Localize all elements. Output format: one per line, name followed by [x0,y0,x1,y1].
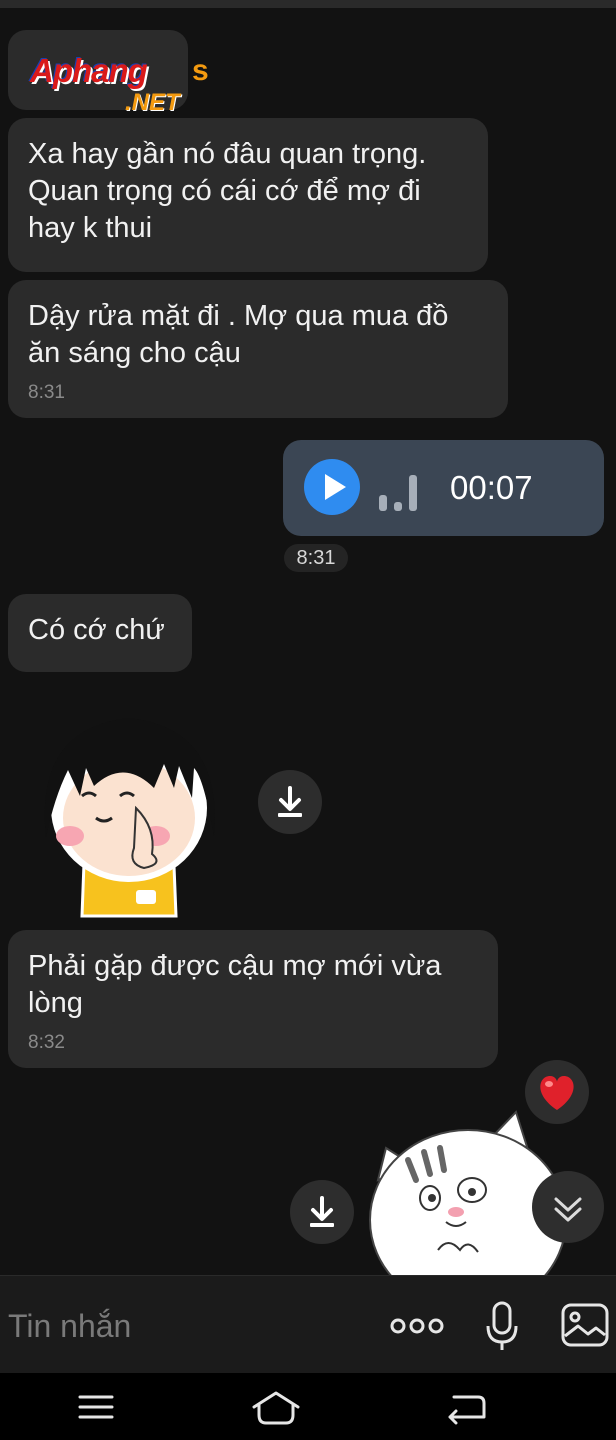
image-icon[interactable] [560,1302,610,1348]
message-time: 8:32 [28,1032,65,1053]
composer-bar: Tin nhắn [0,1275,616,1373]
back-icon[interactable] [434,1385,494,1429]
message-bubble[interactable]: Dậy rửa mặt đi . Mợ qua mua đồ ăn sáng c… [8,280,508,418]
watermark-main: Aphang [30,52,148,89]
voice-message[interactable]: 00:07 [283,440,604,536]
download-icon[interactable] [258,770,322,834]
message-text: Có cớ chứ [28,614,165,646]
watermark-logo: Aphang s .NET [30,52,220,122]
system-navbar [0,1373,616,1440]
message-text: Dậy rửa mặt đi . Mợ qua mua đồ ăn sáng c… [28,300,449,369]
message-text: Xa hay gần nó đâu quan trọng. Quan trọng… [28,138,427,244]
waveform-icon [379,475,417,511]
girl-sticker[interactable] [24,688,234,920]
message-bubble[interactable]: Phải gặp được cậu mợ mới vừa lòng 8:32 [8,930,498,1068]
message-text: Phải gặp được cậu mợ mới vừa lòng [28,950,442,1019]
voice-duration: 00:07 [450,469,533,506]
message-bubble[interactable]: Có cớ chứ [8,594,192,672]
menu-icon[interactable] [66,1385,126,1429]
microphone-icon[interactable] [482,1300,522,1354]
status-strip [0,0,616,8]
message-input[interactable]: Tin nhắn [8,1306,368,1346]
watermark-net: .NET [125,89,180,116]
home-icon[interactable] [246,1385,306,1429]
play-icon[interactable] [304,459,360,515]
more-icon[interactable] [390,1312,446,1340]
download-icon[interactable] [290,1180,354,1244]
double-chevron-down-icon[interactable] [532,1171,604,1243]
message-bubble[interactable]: Xa hay gần nó đâu quan trọng. Quan trọng… [8,118,488,272]
watermark-suffix: s [192,54,209,87]
message-time: 8:31 [28,382,65,403]
voice-time: 8:31 [284,544,348,572]
